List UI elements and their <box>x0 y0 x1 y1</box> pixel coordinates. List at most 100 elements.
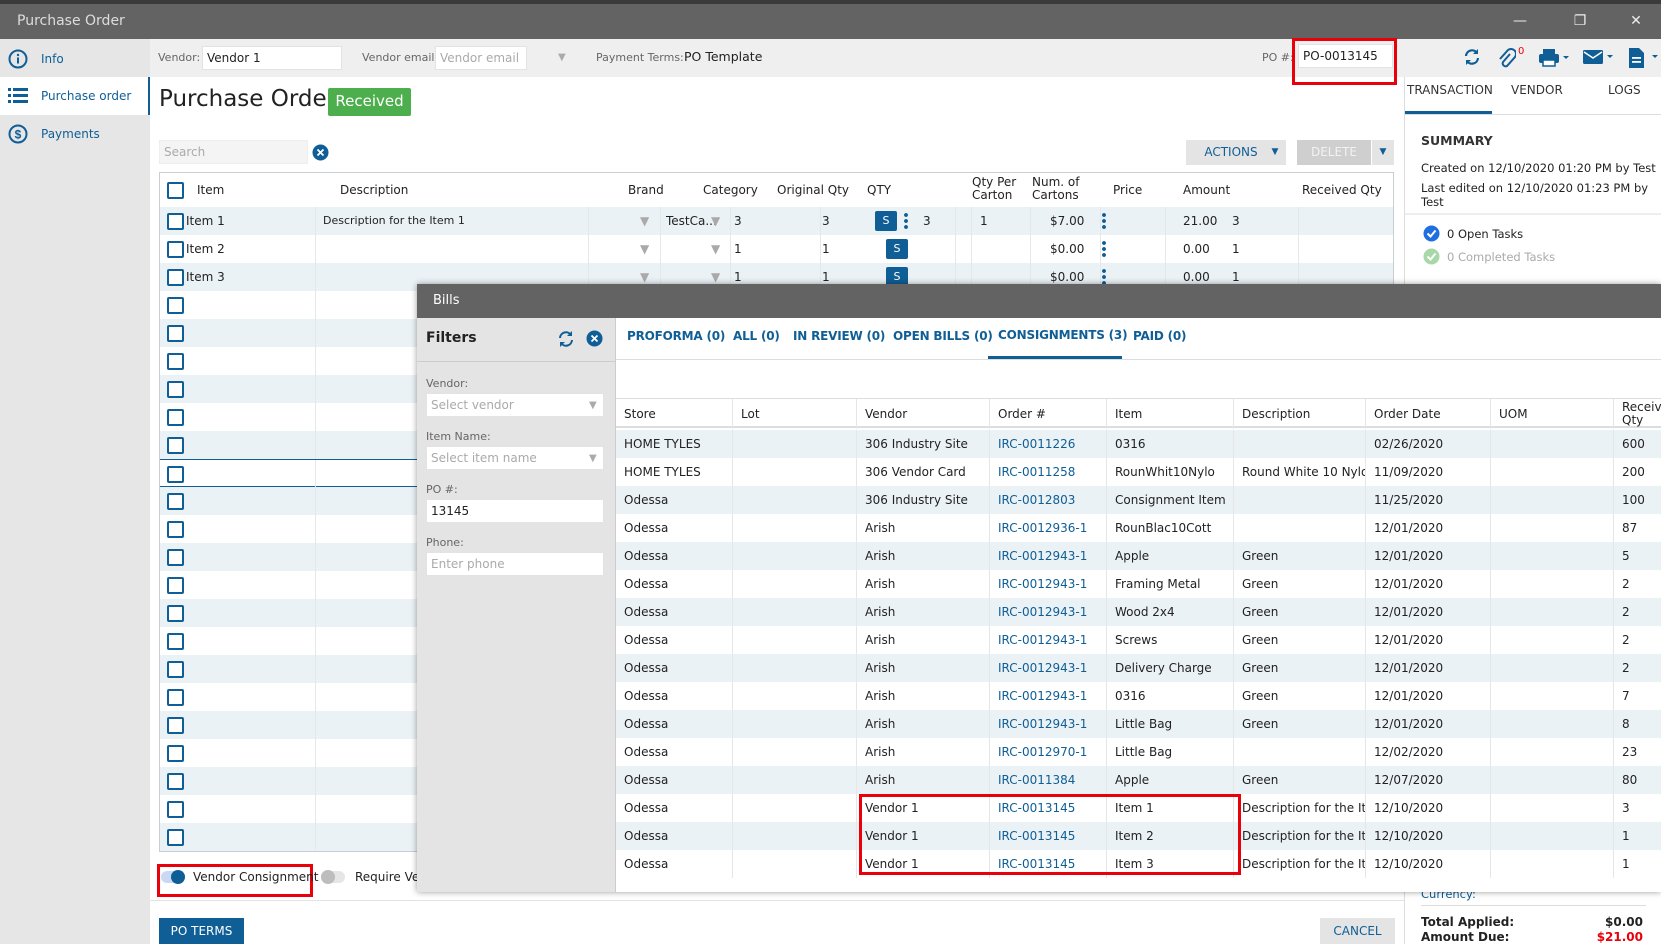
open-tasks[interactable]: 0 Open Tasks <box>1447 227 1523 241</box>
order-link[interactable]: IRC-0012943-1 <box>990 570 1107 598</box>
order-link[interactable]: IRC-0012943-1 <box>990 654 1107 682</box>
row-checkbox[interactable] <box>167 689 184 706</box>
tab-logs[interactable]: LOGS <box>1608 83 1641 97</box>
chevron-down-icon[interactable]: ▼ <box>711 207 720 235</box>
require-vendor-toggle[interactable] <box>321 870 345 884</box>
vendor-input[interactable]: Vendor 1 <box>202 46 342 70</box>
table-row[interactable]: HOME TYLES 306 Industry Site IRC-0011226 03… <box>616 430 1661 458</box>
minimize-button[interactable]: — <box>1500 4 1540 39</box>
row-checkbox[interactable] <box>167 297 184 314</box>
col-header[interactable]: Store <box>616 399 733 429</box>
table-row[interactable]: Odessa 306 Industry Site IRC-0012803 Consig… <box>616 486 1661 514</box>
clear-search-icon[interactable] <box>312 144 329 164</box>
filter-vendor-select[interactable]: Select vendor <box>426 393 604 417</box>
table-row[interactable]: Odessa Arish IRC-0011384 Apple Green 12/07/20… <box>616 766 1661 794</box>
order-link[interactable]: IRC-0012943-1 <box>990 598 1107 626</box>
row-checkbox[interactable] <box>167 633 184 650</box>
order-link[interactable]: IRC-0011384 <box>990 766 1107 794</box>
col-header[interactable]: UOM <box>1491 399 1614 429</box>
paperclip-icon[interactable] <box>1498 47 1517 72</box>
row-checkbox[interactable] <box>167 829 184 846</box>
filter-po-input[interactable]: 13145 <box>426 499 604 523</box>
grid-row[interactable]: Item 1 Description for the Item 1 TestCa..… <box>160 207 1393 235</box>
order-link[interactable]: IRC-0012970-1 <box>990 738 1107 766</box>
table-row[interactable]: Odessa Arish IRC-0012943-1 0316 Green 12/01/2… <box>616 682 1661 710</box>
table-row[interactable]: Odessa Arish IRC-0012943-1 Delivery Charge G… <box>616 654 1661 682</box>
printer-icon[interactable] <box>1538 48 1570 71</box>
row-checkbox[interactable] <box>167 325 184 342</box>
order-link[interactable]: IRC-0012803 <box>990 486 1107 514</box>
vendor-consignment-toggle[interactable] <box>161 870 185 884</box>
row-checkbox[interactable] <box>167 437 184 454</box>
tab-consignments[interactable]: CONSIGNMENTS (3) <box>998 328 1128 342</box>
row-checkbox[interactable] <box>167 577 184 594</box>
close-filters-icon[interactable] <box>586 330 603 350</box>
document-icon[interactable] <box>1628 47 1661 72</box>
sidebar-item-payments[interactable]: $ Payments <box>0 115 150 153</box>
tab-vendor[interactable]: VENDOR <box>1511 83 1563 97</box>
table-row[interactable]: Odessa Arish IRC-0012970-1 Little Bag 12/02/… <box>616 738 1661 766</box>
delete-button[interactable]: DELETE <box>1297 140 1371 165</box>
more-options-icon[interactable] <box>1102 240 1106 258</box>
row-checkbox[interactable] <box>167 661 184 678</box>
row-checkbox[interactable] <box>167 605 184 622</box>
col-header[interactable]: Lot <box>733 399 857 429</box>
tab-paid[interactable]: PAID (0) <box>1133 329 1187 343</box>
actions-dropdown-icon[interactable]: ▼ <box>1264 140 1286 165</box>
row-checkbox[interactable] <box>167 353 184 370</box>
row-checkbox[interactable] <box>167 801 184 818</box>
more-options-icon[interactable] <box>1102 212 1106 230</box>
search-input[interactable]: Search <box>159 140 308 164</box>
delete-dropdown-icon[interactable]: ▼ <box>1372 140 1394 165</box>
po-terms-button[interactable]: PO TERMS <box>159 918 244 944</box>
filter-item-select[interactable]: Select item name <box>426 446 604 470</box>
row-checkbox[interactable] <box>167 549 184 566</box>
row-checkbox[interactable] <box>167 745 184 762</box>
row-checkbox[interactable] <box>167 493 184 510</box>
order-link[interactable]: IRC-0012936-1 <box>990 514 1107 542</box>
table-row[interactable]: Odessa Arish IRC-0012943-1 Framing Metal Gre… <box>616 570 1661 598</box>
tab-proforma[interactable]: PROFORMA (0) <box>627 329 725 343</box>
row-checkbox[interactable] <box>167 773 184 790</box>
completed-tasks[interactable]: 0 Completed Tasks <box>1447 250 1555 264</box>
table-row[interactable]: Odessa Arish IRC-0012943-1 Little Bag Green 1… <box>616 710 1661 738</box>
close-button[interactable]: ✕ <box>1616 4 1656 39</box>
row-checkbox[interactable] <box>167 213 184 230</box>
tab-all[interactable]: ALL (0) <box>733 329 780 343</box>
col-header[interactable]: Vendor <box>857 399 990 429</box>
order-link[interactable]: IRC-0011258 <box>990 458 1107 486</box>
select-all-checkbox[interactable] <box>167 182 184 199</box>
vendor-email-select[interactable]: Vendor email <box>435 46 527 70</box>
more-options-icon[interactable] <box>904 212 908 230</box>
split-button[interactable]: S <box>886 239 908 259</box>
table-row[interactable]: HOME TYLES 306 Vendor Card IRC-0011258 Roun… <box>616 458 1661 486</box>
refresh-icon[interactable] <box>1462 47 1482 70</box>
filter-phone-input[interactable]: Enter phone <box>426 552 604 576</box>
table-row[interactable]: Odessa Arish IRC-0012943-1 Screws Green 12/01… <box>616 626 1661 654</box>
row-checkbox[interactable] <box>167 381 184 398</box>
restore-button[interactable]: ❐ <box>1560 4 1600 39</box>
row-checkbox[interactable] <box>167 521 184 538</box>
grid-row[interactable]: Item 2 1 1 $0.00 0.00 1 ▼ ▼ S <box>160 235 1393 263</box>
row-checkbox[interactable] <box>167 409 184 426</box>
table-row[interactable]: Odessa Arish IRC-0012943-1 Wood 2x4 Green 12/… <box>616 598 1661 626</box>
col-header[interactable]: Order # <box>990 399 1107 429</box>
row-checkbox[interactable] <box>167 269 184 286</box>
sidebar-item-info[interactable]: Info <box>0 40 150 78</box>
split-button[interactable]: S <box>875 211 897 231</box>
order-link[interactable]: IRC-0012943-1 <box>990 626 1107 654</box>
sidebar-item-purchase-order[interactable]: Purchase order <box>0 77 150 115</box>
row-checkbox[interactable] <box>167 241 184 258</box>
col-header[interactable]: Order Date <box>1366 399 1491 429</box>
actions-button[interactable]: ACTIONS <box>1186 140 1276 165</box>
mail-icon[interactable] <box>1583 49 1615 70</box>
order-link[interactable]: IRC-0012943-1 <box>990 682 1107 710</box>
table-row[interactable]: Odessa Arish IRC-0012936-1 RounBlac10Cott 12… <box>616 514 1661 542</box>
refresh-filters-icon[interactable] <box>557 330 575 351</box>
tab-transaction[interactable]: TRANSACTION <box>1407 83 1493 97</box>
order-link[interactable]: IRC-0011226 <box>990 430 1107 458</box>
row-checkbox[interactable] <box>167 717 184 734</box>
order-link[interactable]: IRC-0012943-1 <box>990 542 1107 570</box>
chevron-down-icon[interactable]: ▼ <box>711 235 720 263</box>
col-header[interactable]: Receive Qty <box>1614 399 1661 429</box>
